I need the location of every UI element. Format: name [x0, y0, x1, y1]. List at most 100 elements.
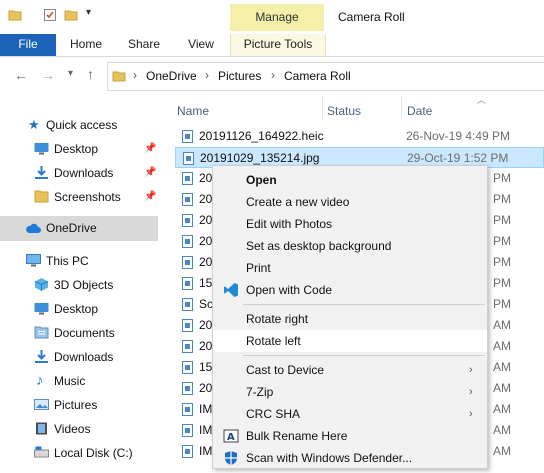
image-file-icon [182, 235, 193, 248]
tab-home[interactable]: Home [58, 34, 114, 56]
sidebar-item-screenshots[interactable]: Screenshots 📌 [0, 186, 158, 208]
column-divider[interactable] [322, 96, 323, 120]
column-header-name[interactable]: Name [177, 104, 209, 118]
submenu-arrow-icon: › [469, 408, 473, 420]
menu-item-open-with-code[interactable]: Open with Code [213, 279, 487, 301]
breadcrumb-onedrive[interactable]: OneDrive [146, 69, 197, 83]
sidebar-item-downloads[interactable]: Downloads 📌 [0, 162, 158, 184]
menu-item-label: Bulk Rename Here [246, 429, 348, 443]
file-date: PM [493, 234, 511, 248]
file-date: AM [493, 360, 511, 374]
sidebar-item-videos[interactable]: Videos [0, 418, 158, 440]
menu-separator [243, 304, 485, 305]
sidebar-item-music[interactable]: ♪ Music [0, 370, 158, 392]
file-name: 20 [199, 171, 213, 185]
drive-icon [34, 446, 49, 458]
column-header-status[interactable]: Status [327, 104, 361, 118]
manage-tab[interactable]: Manage [230, 4, 324, 31]
customize-toolbar-icon[interactable]: ▾ [86, 7, 91, 18]
sidebar-item-downloads-pc[interactable]: Downloads [0, 346, 158, 368]
image-file-icon [182, 193, 193, 206]
breadcrumb-pictures[interactable]: Pictures [218, 69, 261, 83]
recent-locations-chevron-icon[interactable]: ▾ [68, 68, 73, 79]
file-date: AM [493, 402, 511, 416]
window-title: Camera Roll [338, 10, 405, 24]
menu-item-bulk-rename-here[interactable]: A Bulk Rename Here [213, 425, 487, 447]
tab-file[interactable]: File [0, 34, 56, 56]
sidebar-item-desktop-pc[interactable]: Desktop [0, 298, 158, 320]
image-file-icon [182, 382, 193, 395]
vscode-icon [223, 282, 239, 298]
documents-icon [34, 326, 49, 339]
menu-item-edit-with-photos[interactable]: Edit with Photos [213, 213, 487, 235]
menu-item-7-zip[interactable]: 7-Zip › [213, 381, 487, 403]
menu-item-label: CRC SHA [246, 407, 301, 421]
menu-item-crc-sha[interactable]: CRC SHA › [213, 403, 487, 425]
sidebar-item-quick-access[interactable]: ★ Quick access [0, 114, 158, 136]
sidebar-item-pictures[interactable]: Pictures [0, 394, 158, 416]
menu-item-label: 7-Zip [246, 385, 274, 399]
folder-icon [112, 71, 126, 82]
sidebar-item-local-disk[interactable]: Local Disk (C:) [0, 442, 158, 464]
column-header-date[interactable]: Date [407, 104, 432, 118]
image-file-icon [182, 130, 193, 143]
sidebar-item-this-pc[interactable]: This PC [0, 250, 158, 272]
menu-item-label: Set as desktop background [246, 239, 392, 253]
tab-view[interactable]: View [173, 34, 229, 56]
cloud-icon [26, 223, 41, 233]
menu-item-label: Rotate left [246, 334, 301, 348]
pin-icon[interactable]: 📌 [144, 138, 156, 160]
sidebar-item-onedrive[interactable]: OneDrive [0, 216, 158, 241]
menu-item-scan-with-windows-defender[interactable]: Scan with Windows Defender... [213, 447, 487, 469]
forward-arrow-icon[interactable]: → [41, 67, 55, 83]
menu-item-cast-to-device[interactable]: Cast to Device › [213, 359, 487, 381]
menu-item-label: Create a new video [246, 195, 350, 209]
file-date: AM [493, 318, 511, 332]
back-arrow-icon[interactable]: ← [14, 67, 28, 83]
menu-item-rotate-left[interactable]: Rotate left [213, 330, 487, 352]
menu-item-create-a-new-video[interactable]: Create a new video [213, 191, 487, 213]
image-file-icon [182, 277, 193, 290]
context-menu: Open Create a new video Edit with Photos Se… [212, 165, 488, 469]
column-divider[interactable] [401, 96, 402, 120]
file-name: IM [199, 423, 213, 437]
cube-icon [34, 278, 49, 291]
menu-item-label: Cast to Device [246, 363, 325, 377]
up-arrow-icon[interactable]: ↑ [87, 66, 94, 82]
new-folder-icon[interactable] [64, 8, 78, 22]
sidebar-item-3d-objects[interactable]: 3D Objects [0, 274, 158, 296]
image-file-icon [182, 445, 193, 458]
menu-item-label: Scan with Windows Defender... [246, 451, 413, 465]
navigation-pane: ★ Quick access Desktop 📌 Downloads 📌 Scr… [0, 110, 158, 469]
tab-share[interactable]: Share [116, 34, 172, 56]
pin-icon[interactable]: 📌 [144, 162, 156, 184]
file-date: AM [493, 444, 511, 458]
breadcrumb-separator-icon[interactable]: › [205, 68, 209, 82]
file-date: AM [493, 423, 511, 437]
menu-item-print[interactable]: Print [213, 257, 487, 279]
breadcrumb-camera-roll[interactable]: Camera Roll [284, 69, 351, 83]
menu-item-open[interactable]: Open [213, 169, 487, 191]
file-name: IM [199, 402, 213, 416]
breadcrumb-separator-icon[interactable]: › [133, 68, 137, 82]
pictures-icon [34, 399, 49, 410]
file-date: PM [493, 213, 511, 227]
file-name: 20 [199, 234, 213, 248]
tab-picture-tools[interactable]: Picture Tools [230, 34, 326, 56]
breadcrumb-separator-icon[interactable]: › [271, 68, 275, 82]
properties-icon[interactable] [43, 8, 57, 22]
collapse-chevron-icon[interactable]: ︿ [477, 93, 486, 106]
file-name: 20 [199, 213, 213, 227]
address-bar[interactable]: › OneDrive › Pictures › Camera Roll [107, 62, 544, 91]
sidebar-item-desktop[interactable]: Desktop 📌 [0, 138, 158, 160]
menu-item-set-as-desktop-background[interactable]: Set as desktop background [213, 235, 487, 257]
image-file-icon [182, 424, 193, 437]
pin-icon[interactable]: 📌 [144, 186, 156, 208]
computer-icon [26, 254, 41, 267]
menu-item-rotate-right[interactable]: Rotate right [213, 308, 487, 330]
folder-icon [8, 10, 22, 21]
file-row[interactable]: 20191126_164922.heic 26-Nov-19 4:49 PM [175, 126, 544, 147]
file-name: 15 [199, 360, 213, 374]
file-name: 15 [199, 276, 213, 290]
sidebar-item-documents[interactable]: Documents [0, 322, 158, 344]
